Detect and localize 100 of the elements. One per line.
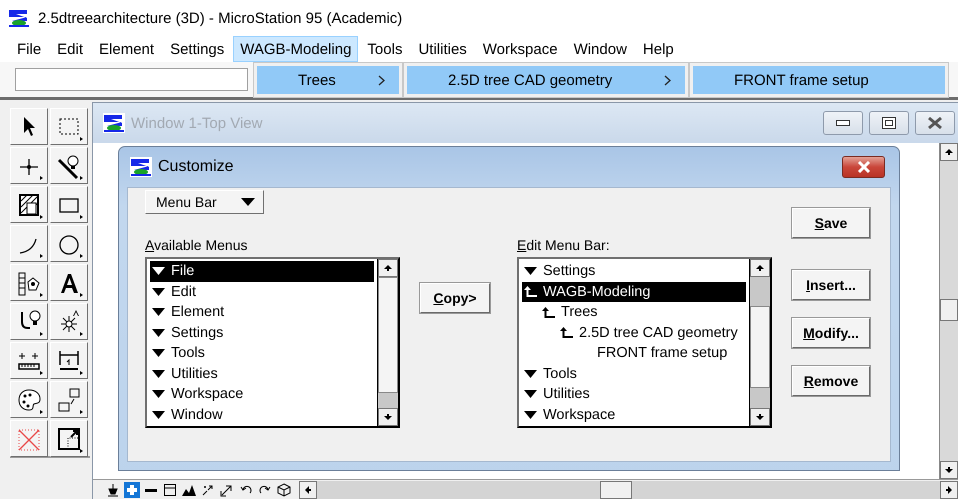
- tool-button[interactable]: [10, 186, 48, 223]
- triangle-down-icon: [524, 267, 537, 276]
- menu-item[interactable]: Help: [636, 36, 681, 62]
- tool-button[interactable]: [10, 147, 48, 184]
- list-item[interactable]: File: [150, 261, 374, 282]
- menu-item[interactable]: WAGB-Modeling: [233, 36, 358, 62]
- tool-button[interactable]: [50, 186, 88, 223]
- hook-arrow-icon: [560, 327, 573, 338]
- list-item[interactable]: Settings: [150, 322, 374, 343]
- available-menus-list[interactable]: File Edit Element Settings Tools Utilities Workspace Window: [145, 257, 400, 428]
- triangle-down-icon: [152, 410, 165, 419]
- tool-button[interactable]: [10, 225, 48, 262]
- edit-menu-bar-list[interactable]: Settings WAGB-Modeling Trees 2.5D tree CAD geometry FRONT frame setup Tools Utilities Workspace: [517, 257, 772, 428]
- copy-button[interactable]: Copy>: [420, 283, 490, 313]
- tool-button[interactable]: [50, 420, 88, 457]
- tool-button[interactable]: [10, 108, 48, 145]
- scrollbar[interactable]: [377, 259, 398, 426]
- window-icon[interactable]: [162, 482, 178, 498]
- scroll-right-button[interactable]: [940, 480, 958, 498]
- vertical-scrollbar[interactable]: [939, 143, 958, 479]
- arrow-up-icon: [383, 264, 393, 272]
- submenu-item[interactable]: 2.5D tree CAD geometry: [407, 66, 685, 94]
- view-window-title: Window 1-Top View: [131, 114, 264, 132]
- menu-item[interactable]: Workspace: [476, 36, 565, 62]
- submenu-item[interactable]: FRONT frame setup: [693, 66, 945, 94]
- cube-icon[interactable]: [276, 482, 292, 498]
- dialog-button[interactable]: Insert...: [792, 270, 870, 300]
- arrow-right-icon: [945, 484, 953, 494]
- scroll-up-button[interactable]: [940, 143, 958, 161]
- window-logo-icon: [103, 113, 125, 133]
- scroll-up-button[interactable]: [378, 259, 398, 277]
- tool-button[interactable]: [50, 108, 88, 145]
- menu-item[interactable]: Settings: [163, 36, 232, 62]
- scroll-up-button[interactable]: [750, 259, 770, 277]
- menu-item[interactable]: Window: [566, 36, 634, 62]
- app-logo-icon: [8, 8, 30, 28]
- menu-item[interactable]: Edit: [50, 36, 90, 62]
- tool-button[interactable]: [50, 342, 88, 379]
- list-item[interactable]: Utilities: [522, 384, 746, 404]
- close-button[interactable]: [842, 156, 885, 178]
- maximize-button[interactable]: [869, 111, 909, 135]
- chevron-right-icon: [664, 74, 671, 86]
- submenu-item[interactable]: Trees: [257, 66, 399, 94]
- tool-button[interactable]: [50, 147, 88, 184]
- chevron-right-icon: [378, 74, 385, 86]
- tool-button[interactable]: [10, 264, 48, 301]
- list-item[interactable]: Window: [150, 404, 374, 425]
- maximize-icon: [882, 117, 896, 129]
- triangle-down-icon: [152, 390, 165, 398]
- menu-type-dropdown[interactable]: Menu Bar: [145, 190, 264, 214]
- list-item[interactable]: Trees: [522, 302, 746, 322]
- scroll-thumb[interactable]: [940, 299, 958, 321]
- list-item[interactable]: Settings: [522, 261, 746, 282]
- list-item[interactable]: Workspace: [522, 404, 746, 425]
- plus-icon[interactable]: [124, 482, 140, 498]
- minimize-button[interactable]: [823, 111, 863, 135]
- close-button[interactable]: [915, 111, 955, 135]
- scroll-down-button[interactable]: [378, 408, 398, 426]
- lamp-icon[interactable]: [105, 482, 121, 498]
- dialog-button[interactable]: Save: [792, 208, 870, 238]
- close-icon: [927, 117, 943, 129]
- dialog-button[interactable]: Modify...: [792, 318, 870, 348]
- list-item[interactable]: Workspace: [150, 384, 374, 404]
- scroll-down-button[interactable]: [750, 408, 770, 426]
- list-item[interactable]: FRONT frame setup: [522, 343, 746, 364]
- scroll-thumb[interactable]: [378, 277, 398, 393]
- scroll-left-button[interactable]: [299, 480, 317, 498]
- menu-item[interactable]: Utilities: [411, 36, 474, 62]
- list-item[interactable]: Tools: [522, 364, 746, 384]
- tool-button[interactable]: [50, 225, 88, 262]
- list-item[interactable]: Tools: [150, 343, 374, 364]
- dialog-logo-icon: [130, 157, 152, 177]
- menu-item[interactable]: Element: [92, 36, 162, 62]
- list-item[interactable]: Edit: [150, 282, 374, 302]
- list-item[interactable]: 2.5D tree CAD geometry: [522, 322, 746, 343]
- tool-button[interactable]: [50, 264, 88, 301]
- tool-button[interactable]: [10, 342, 48, 379]
- hook-arrow-icon: [524, 286, 537, 298]
- tool-button[interactable]: [50, 303, 88, 340]
- scroll-thumb[interactable]: [600, 480, 632, 498]
- arrow-up-icon: [755, 264, 765, 272]
- scrollbar[interactable]: [749, 259, 770, 426]
- list-item[interactable]: Element: [150, 302, 374, 322]
- tool-button[interactable]: [10, 381, 48, 418]
- tool-button[interactable]: [50, 381, 88, 418]
- dialog-button[interactable]: Remove: [792, 366, 870, 396]
- list-item[interactable]: Utilities: [150, 364, 374, 384]
- tool-button[interactable]: [10, 303, 48, 340]
- horizontal-scrollbar[interactable]: [299, 480, 958, 498]
- menu-item[interactable]: File: [10, 36, 48, 62]
- menu-item[interactable]: Tools: [360, 36, 410, 62]
- close-icon: [856, 161, 870, 173]
- dialog-title: Customize: [158, 158, 235, 176]
- minimize-icon: [836, 120, 850, 126]
- triangle-down-icon: [152, 328, 165, 337]
- command-field[interactable]: [15, 68, 248, 91]
- triangle-down-icon: [524, 370, 537, 378]
- scroll-thumb[interactable]: [750, 306, 770, 388]
- scroll-down-button[interactable]: [940, 461, 958, 479]
- list-item[interactable]: WAGB-Modeling: [522, 282, 746, 302]
